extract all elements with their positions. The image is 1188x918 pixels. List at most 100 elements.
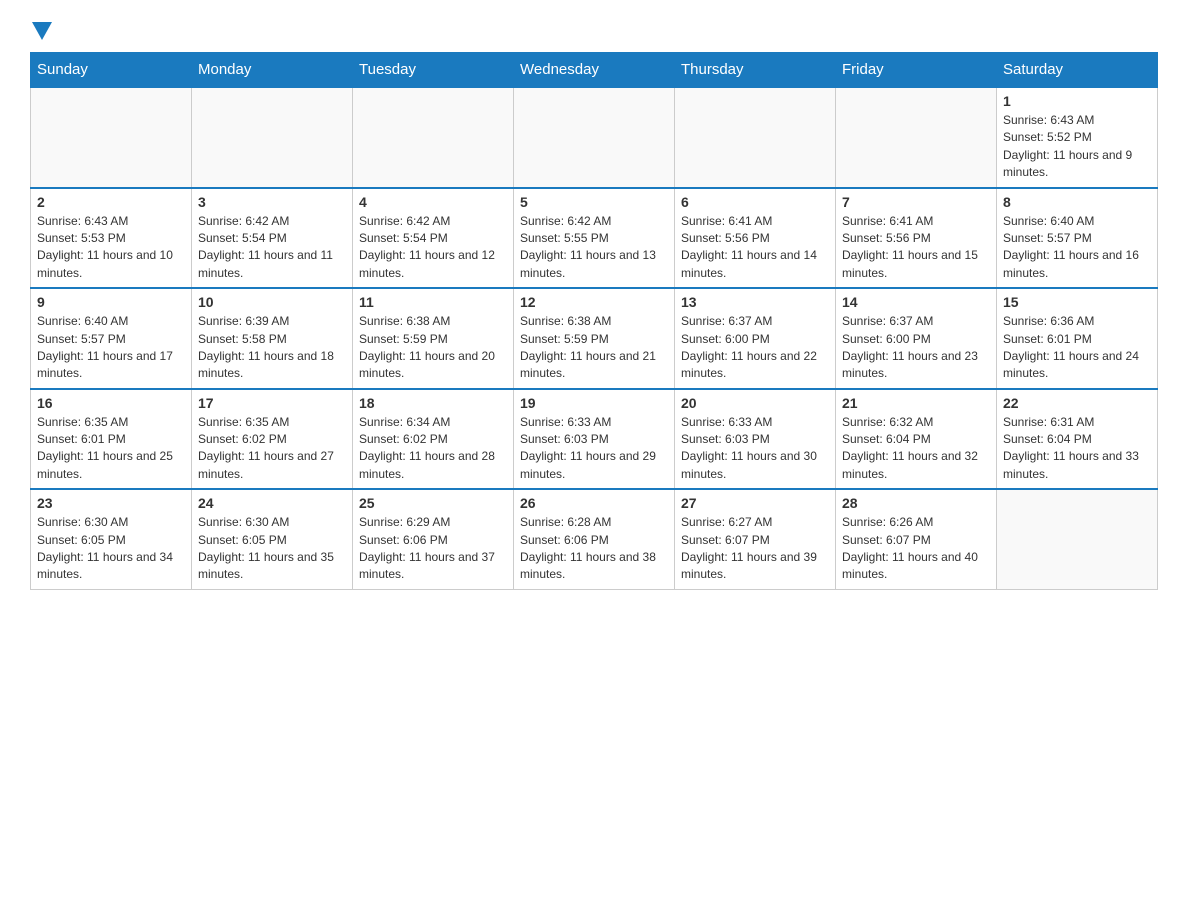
- day-number: 11: [359, 294, 507, 310]
- calendar-cell-week5-day2: 24 Sunrise: 6:30 AM Sunset: 6:05 PM Dayli…: [192, 489, 353, 589]
- calendar-cell-week5-day3: 25 Sunrise: 6:29 AM Sunset: 6:06 PM Dayli…: [353, 489, 514, 589]
- day-number: 13: [681, 294, 829, 310]
- calendar-cell-week4-day1: 16Sunrise: 6:35 AM Sunset: 6:01 PM Dayli…: [31, 389, 192, 490]
- calendar-cell-week2-day1: 2 Sunrise: 6:43 AM Sunset: 5:53 PM Daylig…: [31, 188, 192, 289]
- calendar-cell-week1-day2: [192, 87, 353, 188]
- day-info: Sunrise: 6:35 AM Sunset: 6:01 PM Dayligh…: [37, 414, 185, 484]
- logo: [30, 20, 52, 42]
- calendar-cell-week1-day3: [353, 87, 514, 188]
- day-info: Sunrise: 6:30 AM Sunset: 6:05 PM Dayligh…: [37, 514, 185, 584]
- calendar-cell-week2-day5: 6Sunrise: 6:41 AM Sunset: 5:56 PM Daylig…: [675, 188, 836, 289]
- day-info: Sunrise: 6:42 AM Sunset: 5:55 PM Dayligh…: [520, 213, 668, 283]
- day-number: 14: [842, 294, 990, 310]
- day-info: Sunrise: 6:26 AM Sunset: 6:07 PM Dayligh…: [842, 514, 990, 584]
- day-info: Sunrise: 6:42 AM Sunset: 5:54 PM Dayligh…: [359, 213, 507, 283]
- day-info: Sunrise: 6:40 AM Sunset: 5:57 PM Dayligh…: [37, 313, 185, 383]
- day-number: 8: [1003, 194, 1151, 210]
- day-number: 23: [37, 495, 185, 511]
- day-info: Sunrise: 6:27 AM Sunset: 6:07 PM Dayligh…: [681, 514, 829, 584]
- calendar-header-monday: Monday: [192, 53, 353, 88]
- calendar-header-saturday: Saturday: [997, 53, 1158, 88]
- day-info: Sunrise: 6:38 AM Sunset: 5:59 PM Dayligh…: [520, 313, 668, 383]
- day-number: 19: [520, 395, 668, 411]
- calendar-cell-week2-day6: 7 Sunrise: 6:41 AM Sunset: 5:56 PM Daylig…: [836, 188, 997, 289]
- calendar-cell-week1-day6: [836, 87, 997, 188]
- calendar-table: SundayMondayTuesdayWednesdayThursdayFrid…: [30, 52, 1158, 590]
- day-info: Sunrise: 6:28 AM Sunset: 6:06 PM Dayligh…: [520, 514, 668, 584]
- day-number: 28: [842, 495, 990, 511]
- logo-icon: [30, 20, 52, 42]
- day-number: 3: [198, 194, 346, 210]
- day-number: 26: [520, 495, 668, 511]
- calendar-cell-week3-day2: 10 Sunrise: 6:39 AM Sunset: 5:58 PM Dayli…: [192, 288, 353, 389]
- day-info: Sunrise: 6:39 AM Sunset: 5:58 PM Dayligh…: [198, 313, 346, 383]
- day-info: Sunrise: 6:43 AM Sunset: 5:53 PM Dayligh…: [37, 213, 185, 283]
- day-number: 12: [520, 294, 668, 310]
- calendar-cell-week5-day6: 28 Sunrise: 6:26 AM Sunset: 6:07 PM Dayli…: [836, 489, 997, 589]
- day-info: Sunrise: 6:31 AM Sunset: 6:04 PM Dayligh…: [1003, 414, 1151, 484]
- calendar-cell-week2-day4: 5 Sunrise: 6:42 AM Sunset: 5:55 PM Daylig…: [514, 188, 675, 289]
- day-number: 5: [520, 194, 668, 210]
- calendar-cell-week1-day4: [514, 87, 675, 188]
- logo-triangle-icon: [32, 22, 52, 42]
- day-info: Sunrise: 6:33 AM Sunset: 6:03 PM Dayligh…: [681, 414, 829, 484]
- day-number: 25: [359, 495, 507, 511]
- page-header: [30, 20, 1158, 42]
- calendar-cell-week5-day5: 27 Sunrise: 6:27 AM Sunset: 6:07 PM Dayli…: [675, 489, 836, 589]
- calendar-cell-week5-day4: 26 Sunrise: 6:28 AM Sunset: 6:06 PM Dayli…: [514, 489, 675, 589]
- day-info: Sunrise: 6:42 AM Sunset: 5:54 PM Dayligh…: [198, 213, 346, 283]
- calendar-cell-week3-day5: 13 Sunrise: 6:37 AM Sunset: 6:00 PM Dayli…: [675, 288, 836, 389]
- day-number: 17: [198, 395, 346, 411]
- calendar-cell-week1-day7: 1 Sunrise: 6:43 AM Sunset: 5:52 PM Daylig…: [997, 87, 1158, 188]
- day-number: 18: [359, 395, 507, 411]
- calendar-cell-week2-day7: 8 Sunrise: 6:40 AM Sunset: 5:57 PM Daylig…: [997, 188, 1158, 289]
- calendar-cell-week1-day1: [31, 87, 192, 188]
- day-number: 21: [842, 395, 990, 411]
- calendar-header-thursday: Thursday: [675, 53, 836, 88]
- calendar-cell-week3-day1: 9Sunrise: 6:40 AM Sunset: 5:57 PM Daylig…: [31, 288, 192, 389]
- day-info: Sunrise: 6:33 AM Sunset: 6:03 PM Dayligh…: [520, 414, 668, 484]
- day-info: Sunrise: 6:43 AM Sunset: 5:52 PM Dayligh…: [1003, 112, 1151, 182]
- calendar-cell-week3-day6: 14 Sunrise: 6:37 AM Sunset: 6:00 PM Dayli…: [836, 288, 997, 389]
- day-number: 20: [681, 395, 829, 411]
- calendar-header-sunday: Sunday: [31, 53, 192, 88]
- day-number: 27: [681, 495, 829, 511]
- day-number: 10: [198, 294, 346, 310]
- day-info: Sunrise: 6:37 AM Sunset: 6:00 PM Dayligh…: [842, 313, 990, 383]
- calendar-cell-week4-day2: 17 Sunrise: 6:35 AM Sunset: 6:02 PM Dayli…: [192, 389, 353, 490]
- day-number: 24: [198, 495, 346, 511]
- day-number: 2: [37, 194, 185, 210]
- calendar-cell-week1-day5: [675, 87, 836, 188]
- calendar-cell-week5-day7: [997, 489, 1158, 589]
- calendar-cell-week4-day4: 19 Sunrise: 6:33 AM Sunset: 6:03 PM Dayli…: [514, 389, 675, 490]
- calendar-cell-week3-day3: 11Sunrise: 6:38 AM Sunset: 5:59 PM Dayli…: [353, 288, 514, 389]
- calendar-cell-week4-day7: 22 Sunrise: 6:31 AM Sunset: 6:04 PM Dayli…: [997, 389, 1158, 490]
- day-number: 7: [842, 194, 990, 210]
- day-info: Sunrise: 6:35 AM Sunset: 6:02 PM Dayligh…: [198, 414, 346, 484]
- day-number: 6: [681, 194, 829, 210]
- day-info: Sunrise: 6:29 AM Sunset: 6:06 PM Dayligh…: [359, 514, 507, 584]
- day-number: 22: [1003, 395, 1151, 411]
- calendar-week-row-5: 23 Sunrise: 6:30 AM Sunset: 6:05 PM Dayli…: [31, 489, 1158, 589]
- day-info: Sunrise: 6:41 AM Sunset: 5:56 PM Dayligh…: [842, 213, 990, 283]
- calendar-header-wednesday: Wednesday: [514, 53, 675, 88]
- calendar-cell-week5-day1: 23 Sunrise: 6:30 AM Sunset: 6:05 PM Dayli…: [31, 489, 192, 589]
- day-info: Sunrise: 6:30 AM Sunset: 6:05 PM Dayligh…: [198, 514, 346, 584]
- calendar-week-row-4: 16Sunrise: 6:35 AM Sunset: 6:01 PM Dayli…: [31, 389, 1158, 490]
- day-info: Sunrise: 6:37 AM Sunset: 6:00 PM Dayligh…: [681, 313, 829, 383]
- calendar-cell-week3-day7: 15Sunrise: 6:36 AM Sunset: 6:01 PM Dayli…: [997, 288, 1158, 389]
- calendar-cell-week2-day2: 3 Sunrise: 6:42 AM Sunset: 5:54 PM Daylig…: [192, 188, 353, 289]
- calendar-header-friday: Friday: [836, 53, 997, 88]
- day-number: 1: [1003, 93, 1151, 109]
- calendar-header-tuesday: Tuesday: [353, 53, 514, 88]
- calendar-cell-week4-day6: 21Sunrise: 6:32 AM Sunset: 6:04 PM Dayli…: [836, 389, 997, 490]
- calendar-header-row: SundayMondayTuesdayWednesdayThursdayFrid…: [31, 53, 1158, 88]
- day-info: Sunrise: 6:34 AM Sunset: 6:02 PM Dayligh…: [359, 414, 507, 484]
- calendar-week-row-2: 2 Sunrise: 6:43 AM Sunset: 5:53 PM Daylig…: [31, 188, 1158, 289]
- day-number: 15: [1003, 294, 1151, 310]
- calendar-cell-week3-day4: 12 Sunrise: 6:38 AM Sunset: 5:59 PM Dayli…: [514, 288, 675, 389]
- calendar-week-row-3: 9Sunrise: 6:40 AM Sunset: 5:57 PM Daylig…: [31, 288, 1158, 389]
- calendar-cell-week4-day3: 18 Sunrise: 6:34 AM Sunset: 6:02 PM Dayli…: [353, 389, 514, 490]
- day-info: Sunrise: 6:40 AM Sunset: 5:57 PM Dayligh…: [1003, 213, 1151, 283]
- calendar-cell-week2-day3: 4Sunrise: 6:42 AM Sunset: 5:54 PM Daylig…: [353, 188, 514, 289]
